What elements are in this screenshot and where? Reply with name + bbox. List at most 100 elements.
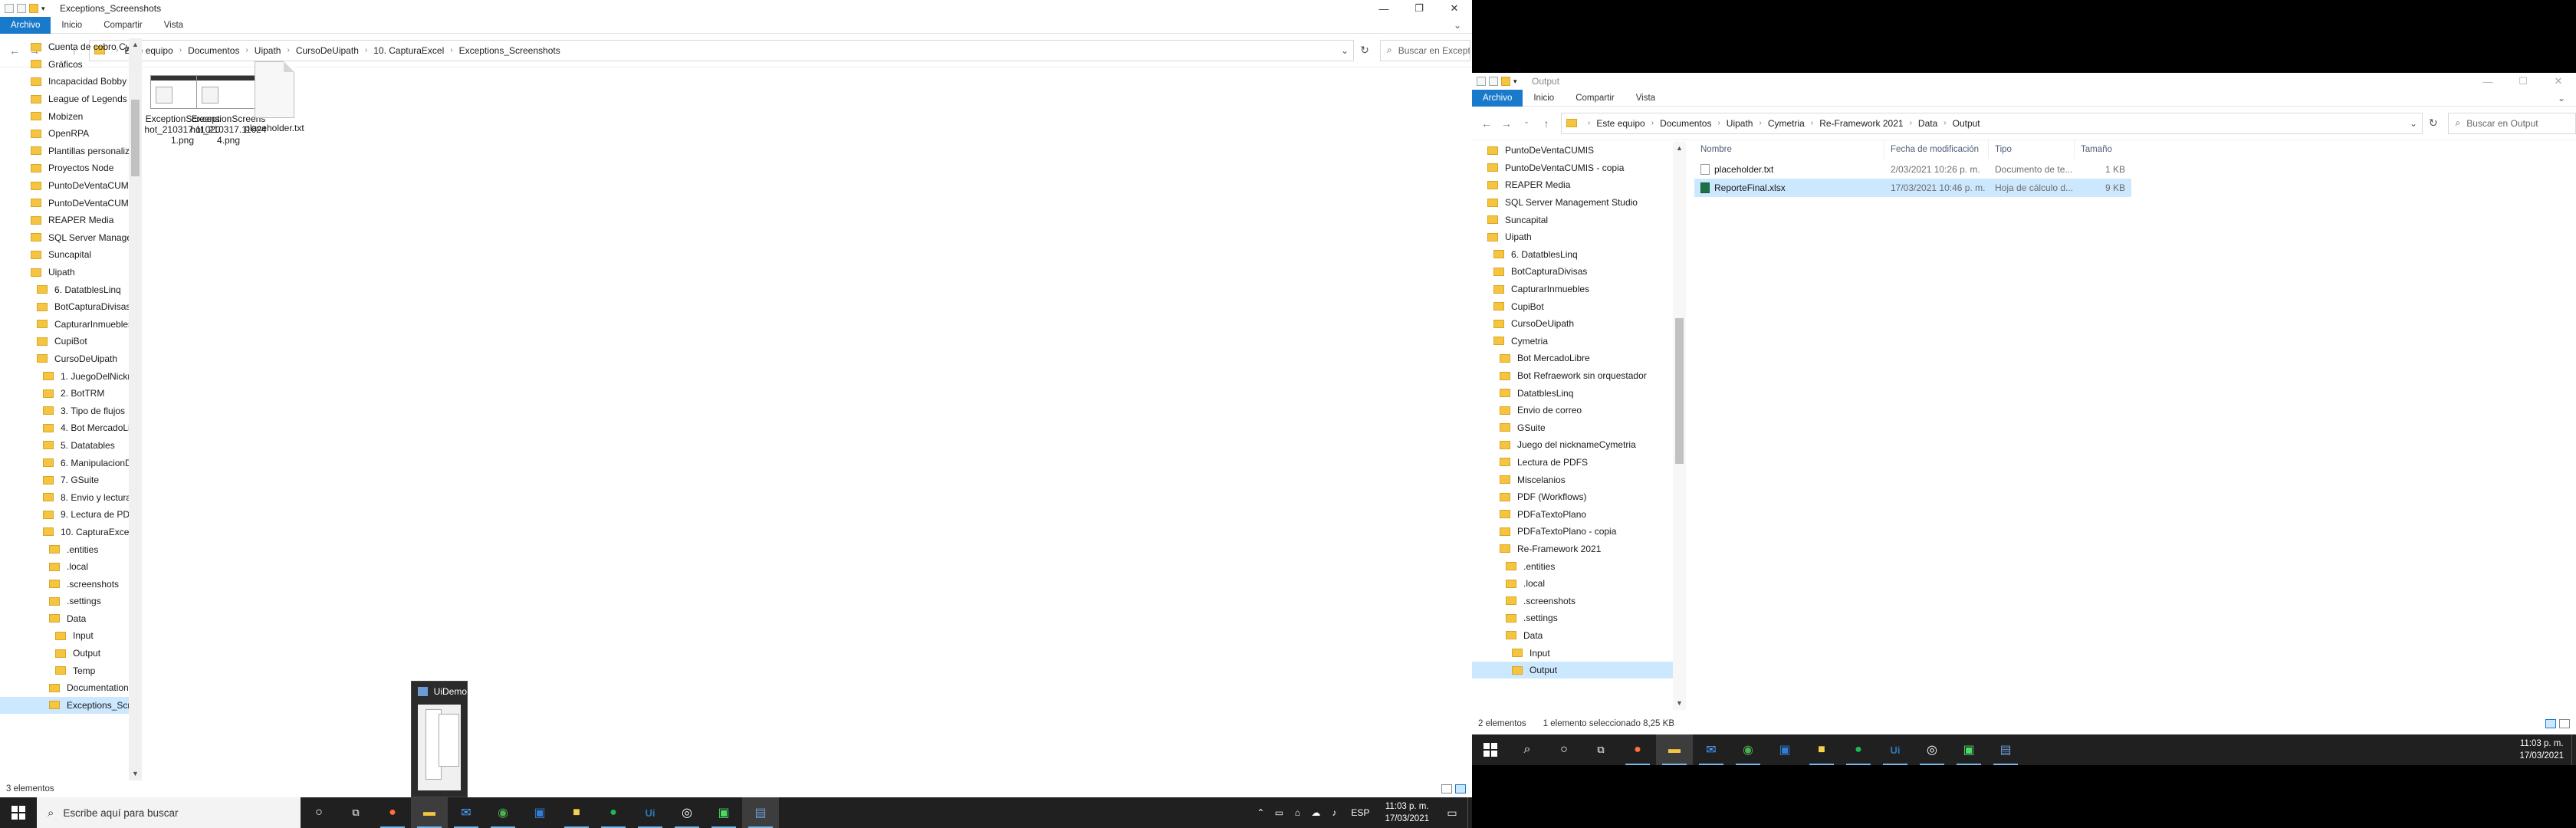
nav-item[interactable]: .settings xyxy=(1472,610,1673,627)
column-type[interactable]: Tipo xyxy=(1989,140,2075,159)
breadcrumb-item[interactable]: Output xyxy=(1953,118,1980,129)
tab-compartir[interactable]: Compartir xyxy=(93,17,153,34)
nav-item[interactable]: BotCapturaDivisas xyxy=(1472,263,1673,281)
tab-vista[interactable]: Vista xyxy=(153,17,194,34)
details-view-icon[interactable] xyxy=(2545,719,2556,728)
nav-item[interactable]: 4. Bot MercadoLibre xyxy=(0,419,132,437)
clock[interactable]: 11:03 p. m. 17/03/2021 xyxy=(2512,738,2571,762)
file-item[interactable]: placeholder.txt xyxy=(236,61,313,133)
spotify-icon[interactable]: ● xyxy=(595,797,632,828)
nav-item[interactable]: 2. BotTRM xyxy=(0,385,132,402)
large-icons-view-icon[interactable] xyxy=(1455,784,1466,794)
chevron-right-icon[interactable]: › xyxy=(1759,119,1761,127)
refresh-icon[interactable]: ↻ xyxy=(1354,40,1375,61)
column-date[interactable]: Fecha de modificación xyxy=(1884,140,1989,159)
uipath-robot-icon[interactable]: ◎ xyxy=(669,797,705,828)
sticky-notes-icon[interactable]: ■ xyxy=(1803,734,1840,765)
nav-item[interactable]: .screenshots xyxy=(0,575,132,593)
breadcrumb-item[interactable]: Documentos xyxy=(188,45,239,56)
minimize-button[interactable]: — xyxy=(1366,0,1401,17)
details-view-icon[interactable] xyxy=(1441,784,1452,794)
nav-item[interactable]: Plantillas personalizadas de Office xyxy=(0,143,132,160)
customize-toolbar-icon[interactable]: ▾ xyxy=(41,4,51,13)
column-size[interactable]: Tamaño xyxy=(2075,140,2131,159)
nav-item[interactable]: Output xyxy=(0,645,132,662)
nav-item[interactable]: .screenshots xyxy=(1472,592,1673,610)
nav-item[interactable]: GSuite xyxy=(1472,419,1673,437)
chevron-right-icon[interactable]: › xyxy=(450,46,452,54)
nav-item[interactable]: Exceptions_Screenshots xyxy=(0,696,132,715)
start-button[interactable] xyxy=(1472,734,1509,765)
customize-toolbar-icon[interactable]: ▾ xyxy=(1513,77,1523,86)
uipath-studio-icon[interactable]: Ui xyxy=(1877,734,1914,765)
nav-item[interactable]: Suncapital xyxy=(0,246,132,264)
chrome-icon[interactable]: ◉ xyxy=(485,797,521,828)
mail-icon[interactable]: ✉ xyxy=(448,797,485,828)
nav-scrollbar[interactable]: ▲ ▼ xyxy=(129,38,142,780)
nav-item[interactable]: Re-Framework 2021 xyxy=(1472,540,1673,558)
breadcrumb-item[interactable]: Uipath xyxy=(255,45,281,56)
volume-icon[interactable]: ♪ xyxy=(1325,807,1343,818)
chevron-right-icon[interactable]: › xyxy=(1717,119,1720,127)
nav-scrollbar[interactable]: ▲ ▼ xyxy=(1673,142,1686,710)
scroll-up-icon[interactable]: ▲ xyxy=(129,38,142,51)
cortana-icon[interactable]: ○ xyxy=(301,797,337,828)
nav-item[interactable]: Documentation xyxy=(0,679,132,697)
nav-item[interactable]: Juego del nicknameCymetria xyxy=(1472,436,1673,454)
uipath-robot-icon[interactable]: ◎ xyxy=(1914,734,1950,765)
forward-arrow-icon[interactable]: → xyxy=(1498,117,1515,130)
spotify-icon[interactable]: ● xyxy=(1840,734,1877,765)
firefox-icon[interactable]: ● xyxy=(1619,734,1656,765)
uipath-studio-icon[interactable]: Ui xyxy=(632,797,669,828)
nav-item[interactable]: Miscelanios xyxy=(1472,471,1673,488)
column-name[interactable]: Nombre xyxy=(1694,140,1884,159)
clock[interactable]: 11:03 p. m. 17/03/2021 xyxy=(1377,800,1437,825)
nav-item[interactable]: Input xyxy=(0,627,132,645)
address-dropdown-icon[interactable]: ⌄ xyxy=(2404,118,2417,129)
chevron-right-icon[interactable]: › xyxy=(179,46,182,54)
nav-item[interactable]: CupiBot xyxy=(1472,297,1673,315)
nav-item[interactable]: PuntoDeVentaCUMIS - copia xyxy=(0,194,132,212)
address-dropdown-icon[interactable]: ⌄ xyxy=(1335,45,1349,56)
nav-item[interactable]: Envio de correo xyxy=(1472,402,1673,419)
breadcrumb-item[interactable]: Cymetria xyxy=(1768,118,1805,129)
breadcrumb-item[interactable]: Este equipo xyxy=(1596,118,1644,129)
outlook-icon[interactable]: ▣ xyxy=(1766,734,1803,765)
tab-vista[interactable]: Vista xyxy=(1625,90,1666,107)
nav-item[interactable]: League of Legends xyxy=(0,90,132,108)
nav-item[interactable]: 1. JuegoDelNickname xyxy=(0,367,132,385)
chevron-right-icon[interactable]: › xyxy=(1588,119,1590,127)
file-explorer-icon[interactable]: ▬ xyxy=(1656,734,1693,765)
nav-item[interactable]: PuntoDeVentaCUMIS xyxy=(0,177,132,195)
uidemo-icon[interactable]: ▤ xyxy=(1987,734,2024,765)
scroll-up-icon[interactable]: ▲ xyxy=(1673,142,1686,155)
show-desktop-button[interactable] xyxy=(2571,734,2576,765)
language-indicator[interactable]: ESP xyxy=(1343,807,1377,818)
nav-item[interactable]: Lectura de PDFS xyxy=(1472,454,1673,472)
nav-item[interactable]: Cymetria xyxy=(1472,333,1673,350)
address-bar[interactable]: › Este equipo › Documentos › Uipath › Cu… xyxy=(89,39,1354,61)
expand-ribbon-icon[interactable]: ⌄ xyxy=(2558,93,2565,104)
new-folder-icon[interactable] xyxy=(1501,77,1510,86)
nav-item[interactable]: CupiBot xyxy=(0,333,132,350)
up-arrow-icon[interactable]: ↑ xyxy=(1538,117,1555,130)
nav-item[interactable]: CapturarInmuebles xyxy=(1472,281,1673,298)
table-row[interactable]: placeholder.txt 2/03/2021 10:26 p. m. Do… xyxy=(1694,160,2131,179)
nav-item[interactable]: 6. DatatblesLinq xyxy=(1472,246,1673,264)
nav-item[interactable]: PDF (Workflows) xyxy=(1472,488,1673,506)
breadcrumb-item[interactable]: 10. CapturaExcel xyxy=(373,45,444,56)
nav-item[interactable]: SQL Server Management Studio xyxy=(1472,194,1673,212)
nav-item[interactable]: Cuenta de cobro Cymetria 2020 xyxy=(0,38,132,56)
firefox-icon[interactable]: ● xyxy=(374,797,411,828)
breadcrumb-item[interactable]: Re-Framework 2021 xyxy=(1819,118,1903,129)
breadcrumb-item[interactable]: Data xyxy=(1918,118,1937,129)
close-button[interactable]: ✕ xyxy=(1437,0,1472,17)
network-icon[interactable]: ⌂ xyxy=(1288,807,1306,818)
onedrive-icon[interactable]: ☁ xyxy=(1306,807,1325,818)
scroll-down-icon[interactable]: ▼ xyxy=(129,767,142,780)
chevron-right-icon[interactable]: › xyxy=(1811,119,1813,127)
taskbar-thumbnail-preview[interactable]: UiDemo xyxy=(411,681,468,797)
tab-archivo[interactable]: Archivo xyxy=(0,16,51,34)
nav-item[interactable]: .entities xyxy=(1472,557,1673,575)
recent-chevron-icon[interactable]: ⌄ xyxy=(1518,117,1535,130)
